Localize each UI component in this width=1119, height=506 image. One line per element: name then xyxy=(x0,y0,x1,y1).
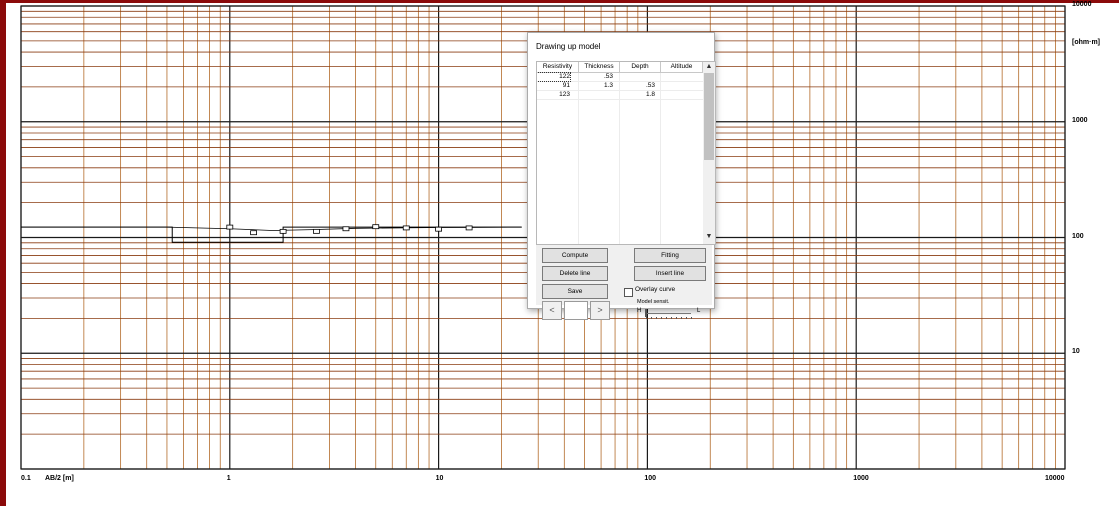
dialog-title: Drawing up model xyxy=(536,42,601,51)
column-header-depth: Depth xyxy=(620,62,661,72)
previous-button[interactable]: < xyxy=(542,301,562,320)
column-header-resistivity: Resistivity xyxy=(537,62,579,72)
x-tick-label: 1000 xyxy=(853,475,869,482)
save-button[interactable]: Save xyxy=(542,284,608,299)
model-curve-line xyxy=(21,226,522,231)
table-scrollbar[interactable]: ▲ ▼ xyxy=(703,62,715,244)
chevron-down-icon[interactable]: ▼ xyxy=(703,232,715,242)
data-point-marker xyxy=(226,224,234,230)
table-cell[interactable] xyxy=(661,73,701,81)
model-sensitivity-label: Model sensit. xyxy=(637,299,670,305)
slider-low-label: H xyxy=(637,308,642,314)
table-cell[interactable] xyxy=(661,82,701,90)
data-point-marker xyxy=(250,230,257,236)
x-tick-label: 0.1 xyxy=(21,475,31,482)
model-table[interactable]: Resistivity Thickness Depth Altitude 122… xyxy=(536,61,716,245)
layered-model-line xyxy=(21,226,522,243)
scroll-thumb[interactable] xyxy=(704,73,714,160)
data-point-marker xyxy=(435,226,443,232)
slider-tick xyxy=(646,317,647,319)
x-tick-label: 1 xyxy=(226,475,231,482)
slider-tick xyxy=(671,317,672,319)
table-cell[interactable]: .53 xyxy=(579,73,613,81)
model-dialog[interactable]: Drawing up model Resistivity Thickness D… xyxy=(527,32,716,320)
y-unit-label: [ohm·m] xyxy=(1072,39,1100,46)
x-axis-label: AB/2 [m] xyxy=(45,475,74,482)
table-cell[interactable] xyxy=(579,91,613,99)
slider-tick xyxy=(666,317,667,319)
table-cell[interactable]: .53 xyxy=(620,82,655,90)
slider-tick xyxy=(676,317,677,319)
y-tick-label: 1000 xyxy=(1072,116,1088,124)
table-cell[interactable]: 91 xyxy=(537,82,570,90)
slider-tick xyxy=(686,317,687,319)
table-row[interactable]: 123 1.8 xyxy=(537,91,703,100)
y-tick-label: 10 xyxy=(1072,348,1080,356)
y-tick-label: 10000 xyxy=(1072,1,1092,8)
table-cell[interactable]: 1.3 xyxy=(579,82,613,90)
data-point-marker xyxy=(313,228,320,234)
sensitivity-slider[interactable] xyxy=(646,313,691,314)
data-point-marker xyxy=(279,228,287,234)
slider-tick xyxy=(656,317,657,319)
slider-tick xyxy=(691,317,692,319)
column-header-altitude: Altitude xyxy=(661,62,703,72)
next-button[interactable]: > xyxy=(590,301,610,320)
compute-button[interactable]: Compute xyxy=(542,248,608,263)
data-point-marker xyxy=(465,225,473,231)
x-tick-label: 10 xyxy=(435,475,444,482)
overlay-curve-label: Overlay curve xyxy=(635,286,676,293)
data-point-marker xyxy=(402,225,410,231)
data-point-marker xyxy=(372,224,380,230)
column-header-thickness: Thickness xyxy=(579,62,620,72)
data-point-marker xyxy=(342,226,350,232)
slider-high-label: L xyxy=(697,308,701,314)
table-cell[interactable]: 122 xyxy=(537,72,571,82)
x-tick-label: 10000 xyxy=(1045,475,1065,482)
table-row[interactable]: 122.53 xyxy=(537,72,703,82)
overlay-curve-checkbox[interactable] xyxy=(624,288,633,297)
page-field[interactable] xyxy=(564,301,588,320)
slider-tick xyxy=(681,317,682,319)
table-body[interactable]: 122.53 91 1.3.53 123 1.8 xyxy=(537,72,703,244)
chevron-up-icon[interactable]: ▲ xyxy=(703,62,715,72)
fitting-button[interactable]: Fitting xyxy=(634,248,706,263)
y-tick-label: 100 xyxy=(1072,232,1084,240)
slider-tick xyxy=(661,317,662,319)
dialog-controls: Compute Fitting Delete line Insert line … xyxy=(536,245,712,320)
table-cell[interactable] xyxy=(661,91,701,99)
insert-line-button[interactable]: Insert line xyxy=(634,266,706,281)
table-cell[interactable] xyxy=(620,73,655,81)
table-row[interactable]: 91 1.3 .53 xyxy=(537,82,703,91)
table-header: Resistivity Thickness Depth Altitude xyxy=(537,62,703,73)
table-cell[interactable]: 1.8 xyxy=(620,91,655,99)
x-tick-label: 100 xyxy=(644,475,657,482)
table-cell[interactable]: 123 xyxy=(537,91,570,99)
slider-tick xyxy=(651,317,652,319)
delete-line-button[interactable]: Delete line xyxy=(542,266,608,281)
slider-thumb[interactable] xyxy=(645,309,647,317)
